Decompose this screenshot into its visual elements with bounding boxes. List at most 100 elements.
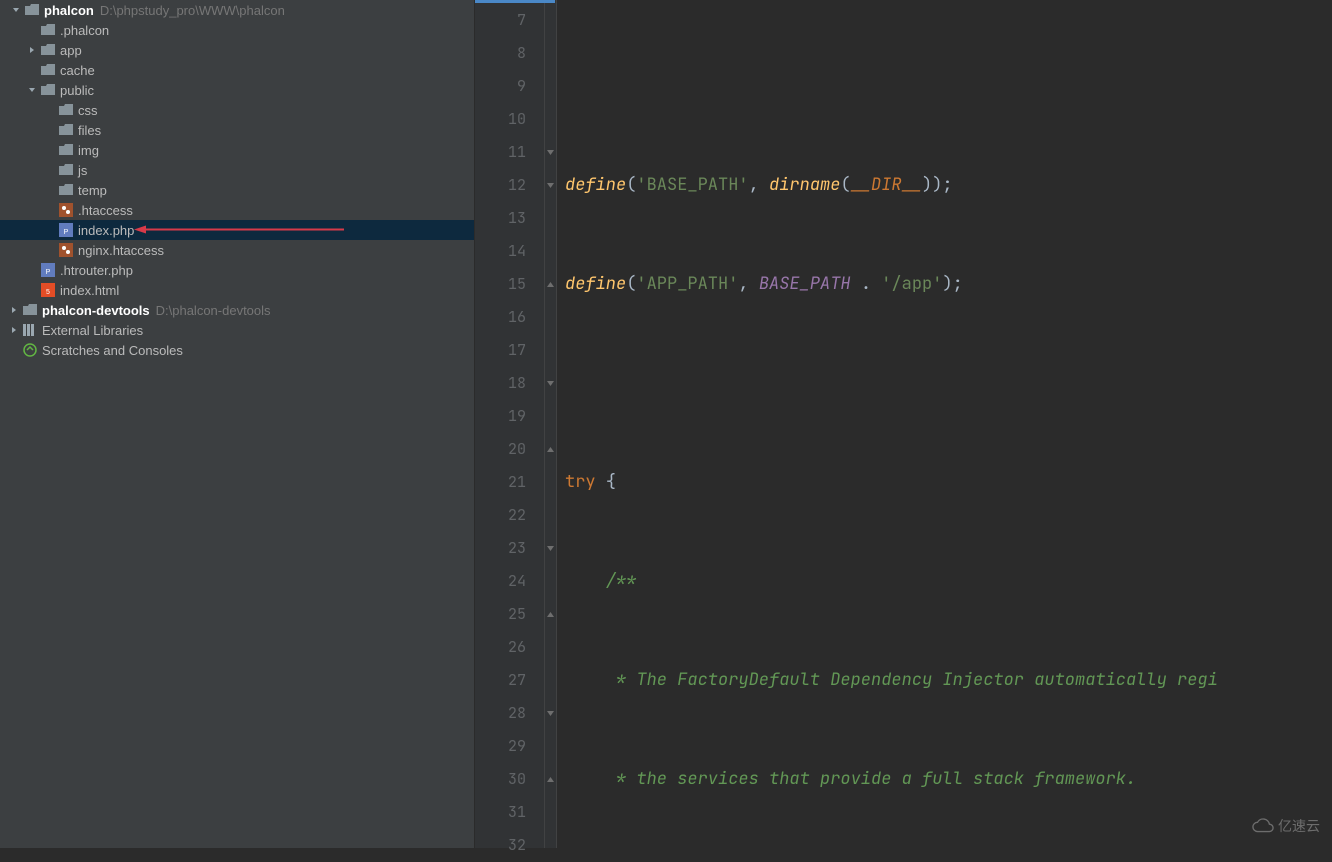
code-line (557, 367, 1332, 400)
svg-text:P: P (46, 269, 51, 276)
fold-marker (545, 4, 556, 37)
tree-arrow-icon[interactable] (10, 4, 22, 16)
fold-marker[interactable] (545, 433, 556, 466)
code-line: try { (557, 466, 1332, 499)
svg-text:P: P (64, 229, 69, 236)
active-tab-indicator (475, 0, 555, 3)
folder-icon (58, 102, 74, 118)
tree-item-label: css (78, 103, 98, 118)
tree-item-label: img (78, 143, 99, 158)
fold-marker[interactable] (545, 169, 556, 202)
code-line: * The FactoryDefault Dependency Injector… (557, 664, 1332, 697)
tree-item-index-php[interactable]: Pindex.php (0, 220, 474, 240)
tree-item-label: .htaccess (78, 203, 133, 218)
tree-item-cache[interactable]: cache (0, 60, 474, 80)
line-number: 21 (475, 466, 526, 499)
project-tree-sidebar[interactable]: phalcon D:\phpstudy_pro\WWW\phalcon .phalc… (0, 0, 475, 848)
fold-marker[interactable] (545, 763, 556, 796)
line-number: 12 (475, 169, 526, 202)
line-number-gutter: 7891011121314151617181920212223242526272… (475, 0, 545, 848)
fold-marker (545, 70, 556, 103)
tree-item-label: index.html (60, 283, 119, 298)
tree-item-path: D:\phalcon-devtools (156, 303, 271, 318)
line-number: 31 (475, 796, 526, 829)
tree-item--htaccess[interactable]: .htaccess (0, 200, 474, 220)
tree-item-external-libraries[interactable]: External Libraries (0, 320, 474, 340)
folder-icon (40, 82, 56, 98)
watermark: 亿速云 (1252, 816, 1320, 836)
tree-item-label: app (60, 43, 82, 58)
svg-text:5: 5 (46, 289, 50, 296)
line-number: 13 (475, 202, 526, 235)
line-number: 32 (475, 829, 526, 862)
fold-marker[interactable] (545, 367, 556, 400)
tree-item-path: D:\phpstudy_pro\WWW\phalcon (100, 3, 285, 18)
line-number: 18 (475, 367, 526, 400)
fold-marker (545, 37, 556, 70)
html-icon: 5 (40, 282, 56, 298)
fold-marker[interactable] (545, 697, 556, 730)
tree-item-scratches-and-consoles[interactable]: Scratches and Consoles (0, 340, 474, 360)
tree-item-label: External Libraries (42, 323, 143, 338)
tree-arrow-icon[interactable] (8, 324, 20, 336)
tree-item-index-html[interactable]: 5 index.html (0, 280, 474, 300)
tree-arrow-icon[interactable] (26, 84, 38, 96)
tree-item-label: index.php (78, 223, 134, 238)
folder-icon (40, 62, 56, 78)
tree-item-app[interactable]: app (0, 40, 474, 60)
tree-item--phalcon[interactable]: .phalcon (0, 20, 474, 40)
folder-icon (40, 42, 56, 58)
line-number: 22 (475, 499, 526, 532)
fold-marker[interactable] (545, 136, 556, 169)
tree-item-public[interactable]: public (0, 80, 474, 100)
tree-item-label: .phalcon (60, 23, 109, 38)
tree-arrow-icon[interactable] (8, 304, 20, 316)
fold-marker (545, 334, 556, 367)
tree-item-css[interactable]: css (0, 100, 474, 120)
tree-item-label: nginx.htaccess (78, 243, 164, 258)
tree-item-nginx-htaccess[interactable]: nginx.htaccess (0, 240, 474, 260)
php-icon: P (40, 262, 56, 278)
folder-icon (58, 182, 74, 198)
tree-item-label: temp (78, 183, 107, 198)
line-number: 27 (475, 664, 526, 697)
folder-icon (58, 162, 74, 178)
tree-item--htrouter-php[interactable]: P.htrouter.php (0, 260, 474, 280)
tree-item-img[interactable]: img (0, 140, 474, 160)
fold-marker (545, 400, 556, 433)
fold-marker (545, 565, 556, 598)
line-number: 10 (475, 103, 526, 136)
folder-icon (58, 142, 74, 158)
fold-marker[interactable] (545, 532, 556, 565)
line-number: 29 (475, 730, 526, 763)
code-area[interactable]: define('BASE_PATH', dirname(__DIR__)); d… (557, 0, 1332, 848)
fold-marker[interactable] (545, 598, 556, 631)
folder-icon (58, 122, 74, 138)
line-number: 7 (475, 4, 526, 37)
code-editor[interactable]: 7891011121314151617181920212223242526272… (475, 0, 1332, 848)
code-line: * the services that provide a full stack… (557, 763, 1332, 796)
line-number: 25 (475, 598, 526, 631)
tree-item-temp[interactable]: temp (0, 180, 474, 200)
fold-marker (545, 730, 556, 763)
line-number: 24 (475, 565, 526, 598)
tree-item-js[interactable]: js (0, 160, 474, 180)
fold-marker (545, 103, 556, 136)
line-number: 28 (475, 697, 526, 730)
fold-marker (545, 796, 556, 829)
fold-marker (545, 235, 556, 268)
htaccess-icon (58, 242, 74, 258)
tree-arrow-icon[interactable] (26, 44, 38, 56)
tree-item-label: phalcon (44, 3, 94, 18)
tree-item-phalcon[interactable]: phalcon D:\phpstudy_pro\WWW\phalcon (0, 0, 474, 20)
code-line: define('BASE_PATH', dirname(__DIR__)); (557, 169, 1332, 202)
line-number: 30 (475, 763, 526, 796)
fold-marker (545, 466, 556, 499)
fold-marker[interactable] (545, 268, 556, 301)
line-number: 11 (475, 136, 526, 169)
php-icon: P (58, 222, 74, 238)
annotation-arrow (134, 223, 344, 238)
folder-icon (40, 22, 56, 38)
tree-item-phalcon-devtools[interactable]: phalcon-devtoolsD:\phalcon-devtools (0, 300, 474, 320)
tree-item-files[interactable]: files (0, 120, 474, 140)
